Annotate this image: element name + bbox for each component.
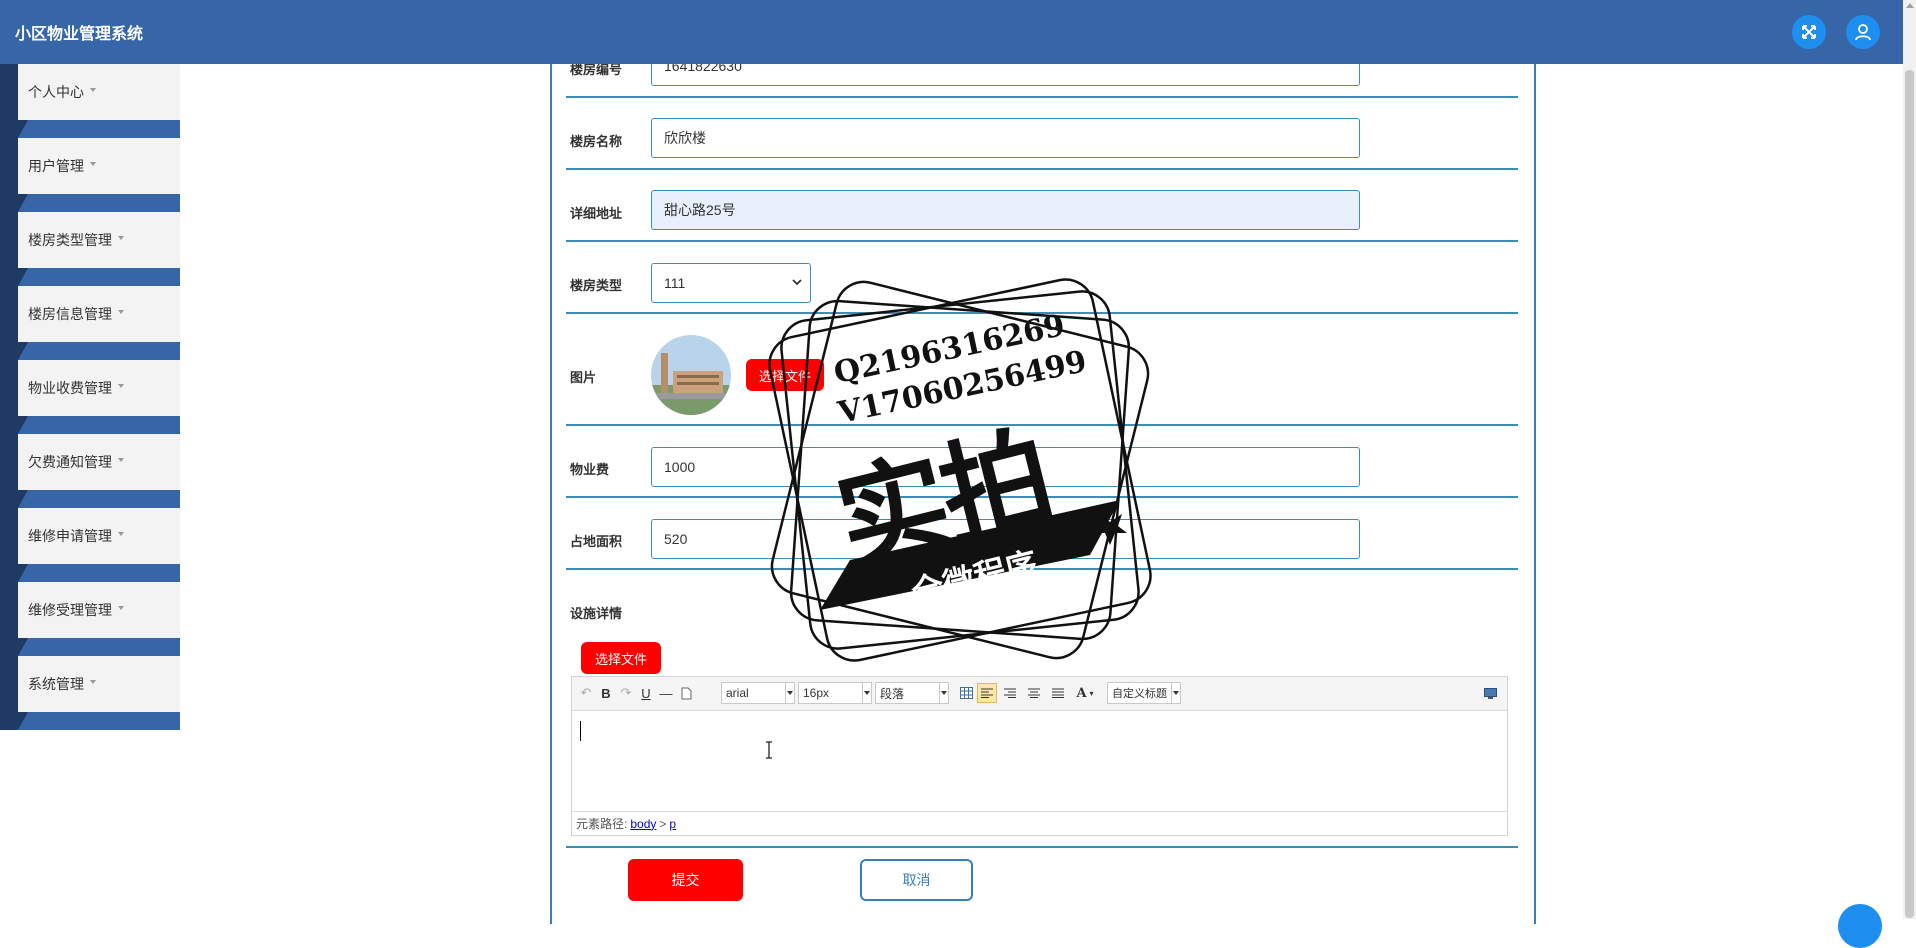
fullscreen-icon (1802, 25, 1816, 39)
caret-down-icon (90, 162, 96, 166)
sidebar-item-repair-handling[interactable]: 维修受理管理 (0, 582, 180, 656)
element-path-label: 元素路径: (576, 817, 628, 831)
caret-down-icon (118, 532, 124, 536)
building-type-label: 楼房类型 (570, 278, 623, 293)
sidebar-item-property-fee[interactable]: 物业收费管理 (0, 360, 180, 434)
row-divider (566, 168, 1518, 170)
facility-choose-file-button[interactable]: 选择文件 (581, 642, 661, 674)
app-title: 小区物业管理系统 (15, 26, 144, 43)
sidebar-item-arrears-notice[interactable]: 欠费通知管理 (0, 434, 180, 508)
page-scrollbar[interactable] (1903, 0, 1916, 919)
fee-label: 物业费 (570, 462, 610, 477)
path-body-link[interactable]: body (630, 817, 656, 831)
sidebar-item-label: 物业收费管理 (28, 380, 112, 396)
sidebar-item-user-management[interactable]: 用户管理 (0, 138, 180, 212)
caret-down-icon (118, 236, 124, 240)
horizontal-rule-icon[interactable]: — (658, 683, 674, 703)
sidebar-item-building-info[interactable]: 楼房信息管理 (0, 286, 180, 360)
path-p-link[interactable]: p (669, 817, 676, 831)
submit-button[interactable]: 提交 (628, 859, 743, 901)
address-input[interactable]: 甜心路25号 (651, 190, 1360, 230)
scrollbar-thumb[interactable] (1905, 70, 1914, 918)
text-cursor-icon (766, 741, 772, 759)
building-type-value: 111 (664, 275, 686, 291)
row-divider (566, 240, 1518, 242)
row-divider (566, 96, 1518, 98)
caret-down-icon (118, 458, 124, 462)
caret-down-icon (118, 310, 124, 314)
row-divider (566, 846, 1518, 848)
building-name-label: 楼房名称 (570, 134, 623, 149)
caret-down-icon (118, 606, 124, 610)
scroll-up-icon[interactable] (1906, 3, 1914, 8)
fullscreen-button[interactable] (1792, 15, 1826, 49)
sidebar-item-label: 欠费通知管理 (28, 454, 112, 470)
user-button[interactable] (1846, 15, 1880, 49)
sidebar-item-label: 个人中心 (28, 84, 84, 100)
bold-icon[interactable]: B (598, 683, 614, 703)
sidebar-item-label: 楼房类型管理 (28, 232, 112, 248)
sidebar-item-personal-center[interactable]: 个人中心 (0, 64, 180, 138)
redo-icon[interactable]: ↷ (618, 683, 634, 703)
caret-down-icon (90, 680, 96, 684)
area-label: 占地面积 (570, 534, 623, 549)
sidebar-item-repair-request[interactable]: 维修申请管理 (0, 508, 180, 582)
address-label: 详细地址 (570, 206, 623, 221)
caret-down-icon (90, 88, 96, 92)
undo-icon[interactable]: ↶ (578, 683, 594, 703)
fullscreen-editor-icon[interactable] (1481, 683, 1499, 703)
user-icon (1855, 24, 1871, 41)
sidebar-item-label: 楼房信息管理 (28, 306, 112, 322)
top-bar-overlay: 小区物业管理系统 (0, 0, 1903, 64)
sidebar-item-system[interactable]: 系统管理 (0, 656, 180, 730)
image-label: 图片 (570, 370, 597, 385)
facility-label: 设施详情 (570, 606, 623, 621)
sidebar: 个人中心 用户管理 楼房类型管理 楼房信息管理 物业收费管理 欠费通知管理 维修… (0, 64, 180, 730)
watermark-stamp: Q2196316269 V17060256499 实拍 全微程序 (740, 270, 1180, 690)
sidebar-item-label: 用户管理 (28, 158, 84, 174)
document-icon[interactable] (678, 683, 694, 703)
floating-action-button[interactable] (1838, 904, 1882, 948)
editor-content-area[interactable] (572, 711, 1507, 807)
building-image (651, 335, 731, 415)
sidebar-item-label: 维修受理管理 (28, 602, 112, 618)
rich-text-editor: ↶ B ↷ U — arial 16px 段落 A ▾ 自定义标题 元素路径: … (571, 676, 1508, 836)
caret-down-icon (118, 384, 124, 388)
sidebar-item-label: 维修申请管理 (28, 528, 112, 544)
sidebar-item-building-type[interactable]: 楼房类型管理 (0, 212, 180, 286)
editor-statusbar: 元素路径: body > p (572, 811, 1507, 835)
path-separator: > (659, 816, 667, 831)
sidebar-item-label: 系统管理 (28, 676, 84, 692)
building-name-input[interactable]: 欣欣楼 (651, 118, 1360, 158)
cancel-button[interactable]: 取消 (860, 859, 973, 901)
building-photo-icon (651, 335, 731, 415)
underline-icon[interactable]: U (638, 683, 654, 703)
text-caret (580, 721, 581, 741)
